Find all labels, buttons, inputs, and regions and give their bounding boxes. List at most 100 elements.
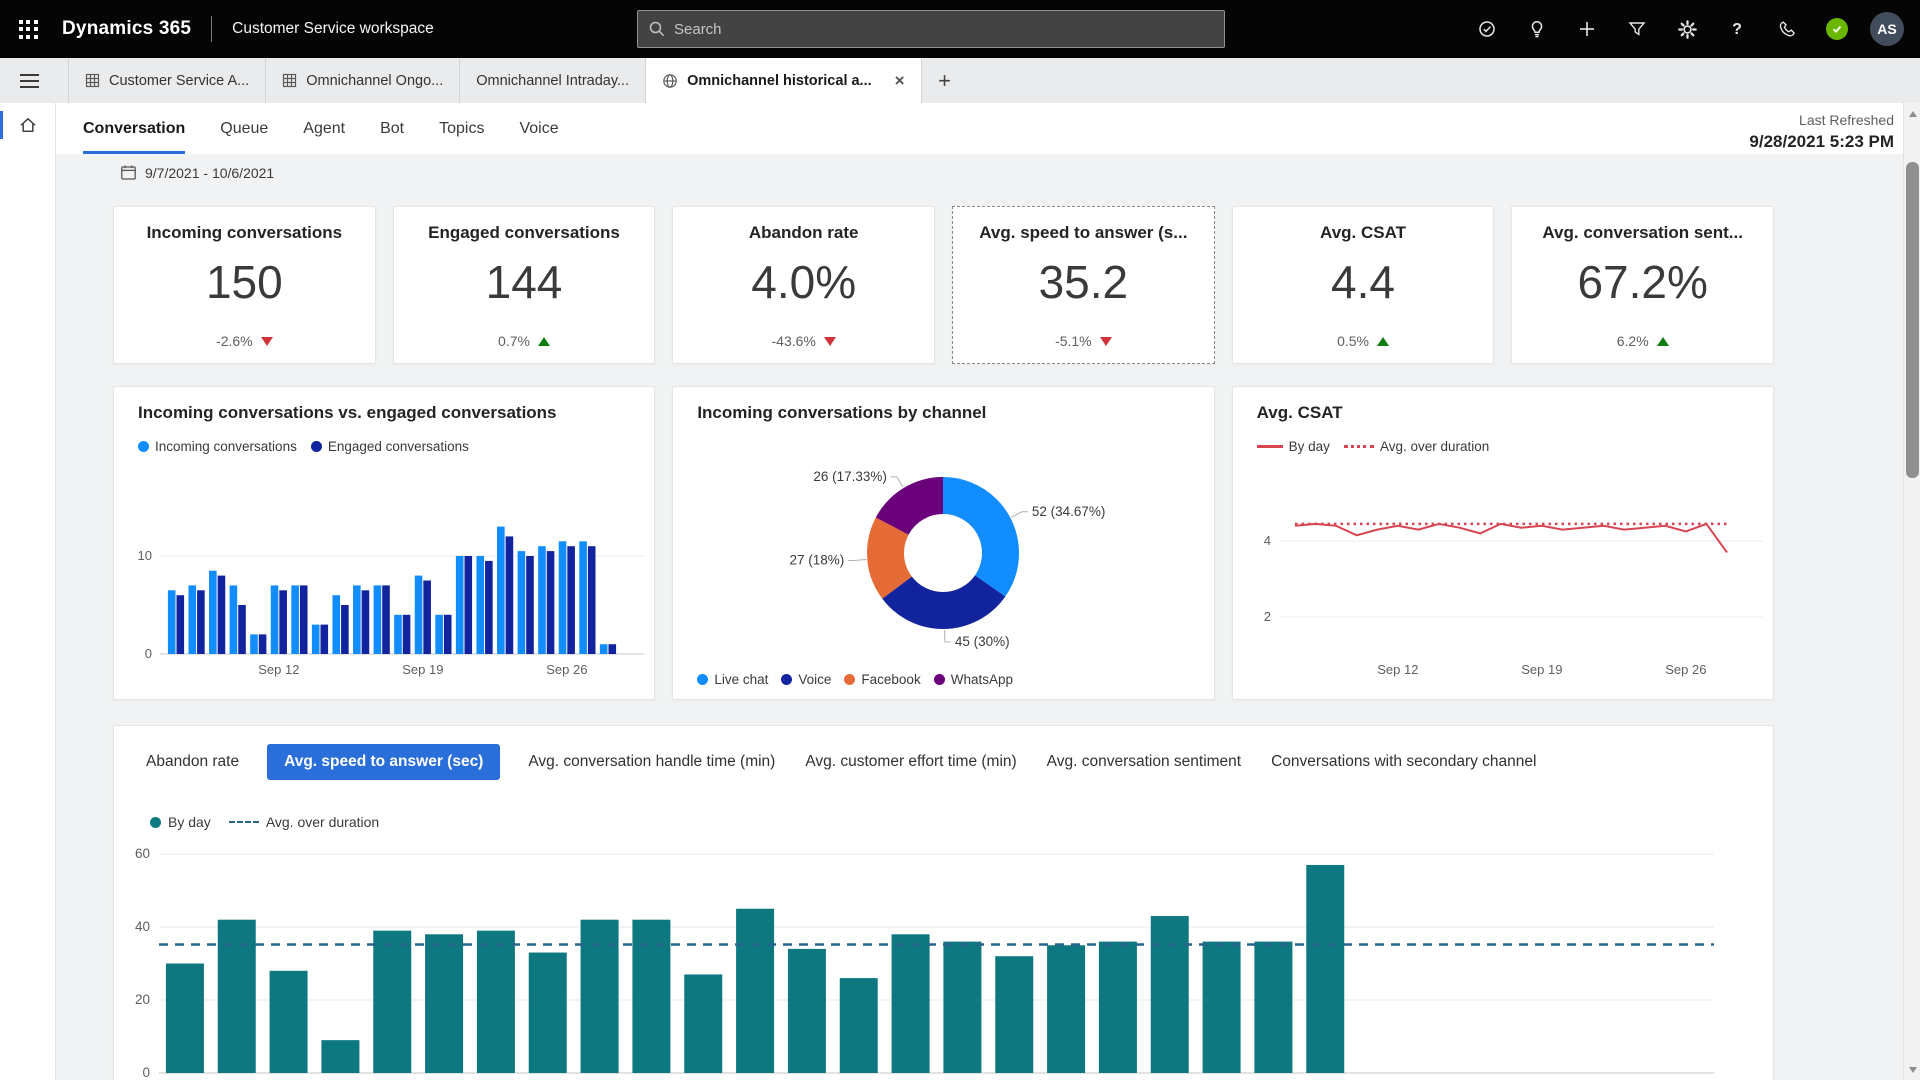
kpi-title: Avg. conversation sent...	[1542, 223, 1743, 243]
svg-text:10: 10	[138, 548, 152, 563]
app-tab-4[interactable]: Omnichannel historical a... ×	[646, 58, 921, 103]
waffle-icon	[19, 20, 38, 39]
new-tab-button[interactable]: +	[922, 58, 968, 103]
search-icon	[648, 20, 666, 38]
date-range-value: 9/7/2021 - 10/6/2021	[145, 165, 274, 181]
check-circle-icon	[1477, 19, 1497, 39]
metric-tab-2[interactable]: Avg. speed to answer (sec)	[267, 744, 500, 780]
metric-tab-1[interactable]: Abandon rate	[144, 744, 241, 780]
nav-tab-agent[interactable]: Agent	[303, 103, 345, 154]
kpi-change-value: 6.2%	[1617, 333, 1649, 349]
svg-text:Sep 12: Sep 12	[258, 662, 299, 677]
dashed-line-icon	[229, 821, 259, 823]
speed-to-answer-bar-chart[interactable]: 6040200	[114, 838, 1774, 1080]
grid-icon	[282, 73, 297, 88]
kpi-change: -2.6%	[216, 333, 273, 349]
scroll-up-arrow[interactable]	[1904, 105, 1920, 122]
kpi-card-1[interactable]: Incoming conversations150-2.6%	[113, 206, 376, 364]
legend-incoming-conversations: Incoming conversations	[138, 439, 297, 454]
check-circle-button[interactable]	[1462, 0, 1512, 58]
kpi-card-5[interactable]: Avg. CSAT4.40.5%	[1232, 206, 1495, 364]
legend-voice: Voice	[781, 672, 831, 687]
kpi-change: -5.1%	[1055, 333, 1112, 349]
metric-tab-4[interactable]: Avg. customer effort time (min)	[803, 744, 1018, 780]
app-tab-1[interactable]: Customer Service A...	[68, 58, 266, 103]
chart-incoming-vs-engaged: Incoming conversations vs. engaged conve…	[113, 386, 655, 700]
app-launcher-button[interactable]	[0, 0, 56, 58]
kpi-card-3[interactable]: Abandon rate4.0%-43.6%	[672, 206, 935, 364]
kpi-change: 6.2%	[1617, 333, 1669, 349]
nav-tab-bot[interactable]: Bot	[380, 103, 404, 154]
workspace-title: Customer Service workspace	[232, 20, 434, 38]
svg-text:Sep 19: Sep 19	[1521, 662, 1562, 677]
site-map-button[interactable]	[0, 58, 58, 103]
nav-tab-voice[interactable]: Voice	[519, 103, 558, 154]
line-chart[interactable]: 42Sep 12Sep 19Sep 26	[1233, 471, 1774, 699]
phone-button[interactable]	[1762, 0, 1812, 58]
svg-text:45 (30%): 45 (30%)	[955, 634, 1010, 649]
chart-title: Avg. CSAT	[1257, 403, 1343, 423]
add-button[interactable]	[1562, 0, 1612, 58]
nav-tab-queue[interactable]: Queue	[220, 103, 268, 154]
svg-text:0: 0	[145, 646, 152, 661]
scrollbar-thumb[interactable]	[1906, 162, 1919, 478]
chart-by-channel: Incoming conversations by channel 52 (34…	[672, 386, 1214, 700]
lightbulb-button[interactable]	[1512, 0, 1562, 58]
user-avatar-button[interactable]: AS	[1862, 0, 1912, 58]
legend-dot-icon	[311, 441, 322, 452]
kpi-title: Abandon rate	[749, 223, 859, 243]
last-refreshed-label: Last Refreshed	[1749, 112, 1894, 128]
kpi-card-2[interactable]: Engaged conversations1440.7%	[393, 206, 656, 364]
kpi-card-6[interactable]: Avg. conversation sent...67.2%6.2%	[1511, 206, 1774, 364]
metric-tab-6[interactable]: Conversations with secondary channel	[1269, 744, 1538, 780]
filter-button[interactable]	[1612, 0, 1662, 58]
app-tab-2[interactable]: Omnichannel Ongo...	[266, 58, 460, 103]
tab-label: Omnichannel historical a...	[687, 73, 872, 89]
legend-label: WhatsApp	[951, 672, 1013, 687]
help-icon: ?	[1727, 19, 1747, 39]
kpi-card-4[interactable]: Avg. speed to answer (s...35.2-5.1%	[952, 206, 1215, 364]
chart-avg-csat: Avg. CSAT By dayAvg. over duration 42Sep…	[1232, 386, 1774, 700]
global-search[interactable]	[637, 10, 1225, 48]
metric-tabs: Abandon rate Avg. speed to answer (sec) Av…	[144, 744, 1538, 780]
legend-avg-over-duration: Avg. over duration	[229, 814, 379, 830]
kpi-change: 0.7%	[498, 333, 550, 349]
app-tab-3[interactable]: Omnichannel Intraday...	[460, 58, 646, 103]
metric-detail-card: Abandon rate Avg. speed to answer (sec) Av…	[113, 725, 1774, 1080]
donut-chart[interactable]: 52 (34.67%)45 (30%)27 (18%)26 (17.33%)	[673, 453, 1214, 665]
kpi-change: 0.5%	[1337, 333, 1389, 349]
legend-label: Live chat	[714, 672, 768, 687]
metric-tab-5[interactable]: Avg. conversation sentiment	[1045, 744, 1243, 780]
top-bar: Dynamics 365 Customer Service workspace …	[0, 0, 1920, 58]
presence-button[interactable]	[1812, 0, 1862, 58]
metric-tab-3[interactable]: Avg. conversation handle time (min)	[526, 744, 777, 780]
add-icon	[1577, 19, 1597, 39]
nav-tab-topics[interactable]: Topics	[439, 103, 484, 154]
vertical-scrollbar[interactable]	[1903, 103, 1920, 1080]
home-nav-item[interactable]	[0, 103, 55, 147]
svg-text:Sep 12: Sep 12	[1377, 662, 1418, 677]
kpi-change-value: 0.5%	[1337, 333, 1369, 349]
legend-dot-icon	[150, 817, 161, 828]
svg-text:4: 4	[1263, 533, 1270, 548]
grid-icon	[85, 73, 100, 88]
settings-button[interactable]	[1662, 0, 1712, 58]
kpi-title: Engaged conversations	[428, 223, 620, 243]
chart-title: Incoming conversations vs. engaged conve…	[138, 403, 557, 423]
report-nav-tabs: Conversation Queue Agent Bot Topics Voice	[56, 103, 1903, 154]
kpi-change-value: -43.6%	[772, 333, 816, 349]
svg-text:Sep 19: Sep 19	[402, 662, 443, 677]
scroll-down-arrow[interactable]	[1904, 1061, 1920, 1078]
tab-label: Omnichannel Ongo...	[306, 73, 443, 89]
grouped-bar-chart[interactable]: 10 0 Sep 12 Sep 19 Sep 26	[114, 471, 655, 699]
chart-legend: By dayAvg. over duration	[1257, 439, 1490, 454]
close-tab-icon[interactable]: ×	[895, 72, 905, 89]
nav-tab-conversation[interactable]: Conversation	[83, 103, 185, 154]
kpi-change-value: -5.1%	[1055, 333, 1092, 349]
filter-icon	[1627, 19, 1647, 39]
help-button[interactable]: ?	[1712, 0, 1762, 58]
svg-text:Sep 26: Sep 26	[546, 662, 587, 677]
search-input[interactable]	[674, 21, 1194, 38]
kpi-value: 150	[206, 255, 283, 309]
charts-row: Incoming conversations vs. engaged conve…	[113, 386, 1774, 700]
